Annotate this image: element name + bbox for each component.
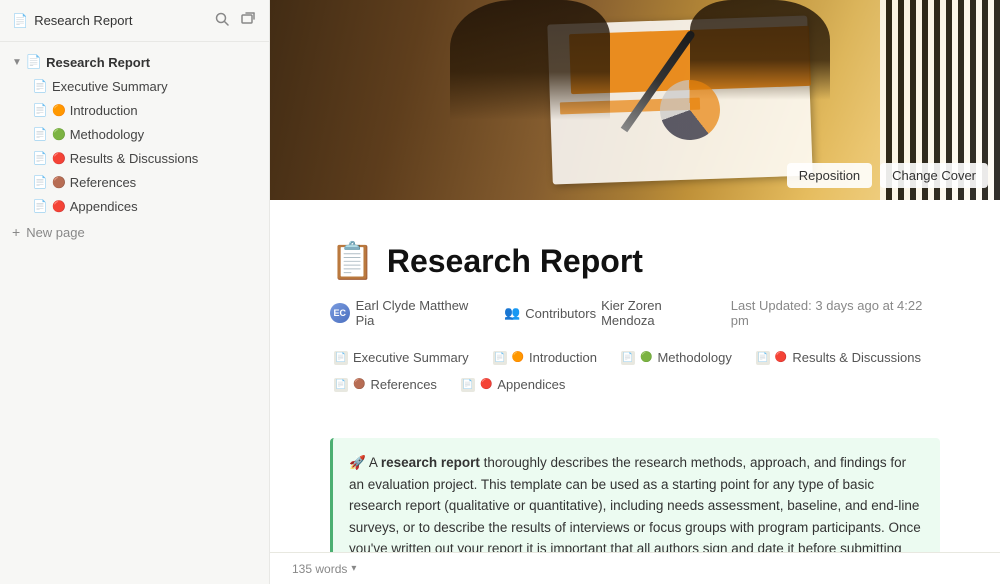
contributors-icon: 👥 <box>504 305 520 321</box>
doc-icon: 📄 <box>756 351 770 365</box>
color-emoji: 🟢 <box>52 128 66 141</box>
doc-icon: 📄 <box>493 351 507 365</box>
sidebar-item-label: Appendices <box>70 199 138 214</box>
subpage-chip-appendices[interactable]: 📄 🔴 Appendices <box>457 375 569 394</box>
color-emoji: 🟤 <box>52 176 66 189</box>
new-page-label: New page <box>26 225 85 240</box>
color-dot: 🔴 <box>775 352 787 363</box>
cover-image: Reposition Change Cover <box>270 0 1000 200</box>
sidebar-item-methodology[interactable]: 📄 🟢 Methodology <box>0 122 269 146</box>
sidebar-item-label: Results & Discussions <box>70 151 199 166</box>
sidebar-title-label: Research Report <box>34 13 132 28</box>
sidebar-item-appendices[interactable]: 📄 🔴 Appendices <box>0 194 269 218</box>
subpages-row: 📄 Executive Summary 📄 🟠 Introduction 📄 🟢… <box>330 348 940 410</box>
sidebar-doc-icon: 📄 <box>12 13 28 29</box>
subpage-label: Results & Discussions <box>792 350 921 365</box>
bottom-bar: 135 words ▾ <box>270 552 1000 584</box>
change-cover-button[interactable]: Change Cover <box>880 163 988 188</box>
doc-icon: 📄 <box>32 126 48 142</box>
subpage-label: Appendices <box>497 377 565 392</box>
contributors-info: 👥 Contributors Kier Zoren Mendoza <box>504 298 715 328</box>
doc-icon: 📄 <box>32 150 48 166</box>
doc-icon: 📄 <box>334 351 348 365</box>
contributors-label: Contributors <box>525 306 596 321</box>
sidebar-item-introduction[interactable]: 📄 🟠 Introduction <box>0 98 269 122</box>
sidebar-header: 📄 Research Report <box>0 0 269 42</box>
new-tab-button[interactable] <box>239 10 257 31</box>
doc-icon: 📄 <box>32 174 48 190</box>
sidebar-root-item[interactable]: ▼ 📄 Research Report <box>0 50 269 74</box>
meta-row: EC Earl Clyde Matthew Pia 👥 Contributors… <box>330 298 940 328</box>
root-doc-icon: 📄 <box>26 54 42 70</box>
sidebar-item-results[interactable]: 📄 🔴 Results & Discussions <box>0 146 269 170</box>
color-emoji: 🔴 <box>52 152 66 165</box>
color-dot: 🟠 <box>512 352 524 363</box>
author-info: EC Earl Clyde Matthew Pia <box>330 298 488 328</box>
author-name: Earl Clyde Matthew Pia <box>356 298 488 328</box>
subpage-chip-executive-summary[interactable]: 📄 Executive Summary <box>330 348 473 367</box>
subpage-chip-references[interactable]: 📄 🟤 References <box>330 375 441 394</box>
chevron-icon: ▼ <box>12 57 22 68</box>
subpage-chip-introduction[interactable]: 📄 🟠 Introduction <box>489 348 601 367</box>
doc-icon: 📄 <box>621 351 635 365</box>
page-title: Research Report <box>387 243 643 280</box>
page-body: 📋 Research Report EC Earl Clyde Matthew … <box>270 200 1000 584</box>
sidebar-item-references[interactable]: 📄 🟤 References <box>0 170 269 194</box>
sidebar-item-executive-summary[interactable]: 📄 Executive Summary <box>0 74 269 98</box>
sidebar: 📄 Research Report ▼ 📄 Resear <box>0 0 270 584</box>
doc-icon: 📄 <box>32 198 48 214</box>
color-dot: 🔴 <box>480 379 492 390</box>
color-dot: 🟢 <box>640 352 652 363</box>
new-page-button[interactable]: + New page <box>0 218 269 246</box>
subpage-label: References <box>370 377 436 392</box>
subpage-label: Methodology <box>657 350 731 365</box>
word-count-label: 135 words <box>292 562 347 576</box>
sidebar-actions <box>213 10 257 31</box>
contributors-names: Kier Zoren Mendoza <box>601 298 715 328</box>
sidebar-item-label: References <box>70 175 136 190</box>
sidebar-tree: ▼ 📄 Research Report 📄 Executive Summary … <box>0 42 269 584</box>
doc-icon: 📄 <box>461 378 475 392</box>
word-count-button[interactable]: 135 words ▾ <box>286 560 362 578</box>
chevron-down-icon: ▾ <box>351 563 356 574</box>
plus-icon: + <box>12 224 20 240</box>
sidebar-item-label: Executive Summary <box>52 79 168 94</box>
doc-icon: 📄 <box>32 78 48 94</box>
main-content: Reposition Change Cover 📋 Research Repor… <box>270 0 1000 584</box>
page-title-row: 📋 Research Report <box>330 240 940 282</box>
color-emoji: 🔴 <box>52 200 66 213</box>
sidebar-item-label: Introduction <box>70 103 138 118</box>
subpage-chip-results[interactable]: 📄 🔴 Results & Discussions <box>752 348 925 367</box>
cover-buttons: Reposition Change Cover <box>787 163 988 188</box>
doc-icon: 📄 <box>32 102 48 118</box>
doc-icon: 📄 <box>334 378 348 392</box>
last-updated-label: Last Updated: <box>731 298 812 313</box>
subpage-chip-methodology[interactable]: 📄 🟢 Methodology <box>617 348 736 367</box>
callout-emoji: 🚀 <box>349 455 369 470</box>
last-updated: Last Updated: 3 days ago at 4:22 pm <box>731 298 940 328</box>
reposition-button[interactable]: Reposition <box>787 163 872 188</box>
subpage-label: Introduction <box>529 350 597 365</box>
sidebar-title: 📄 Research Report <box>12 13 132 29</box>
subpage-label: Executive Summary <box>353 350 469 365</box>
sidebar-item-label: Methodology <box>70 127 144 142</box>
color-dot: 🟤 <box>353 379 365 390</box>
search-button[interactable] <box>213 10 231 31</box>
avatar: EC <box>330 303 350 323</box>
color-emoji: 🟠 <box>52 104 66 117</box>
root-label: Research Report <box>46 55 150 70</box>
page-emoji: 📋 <box>330 240 375 282</box>
